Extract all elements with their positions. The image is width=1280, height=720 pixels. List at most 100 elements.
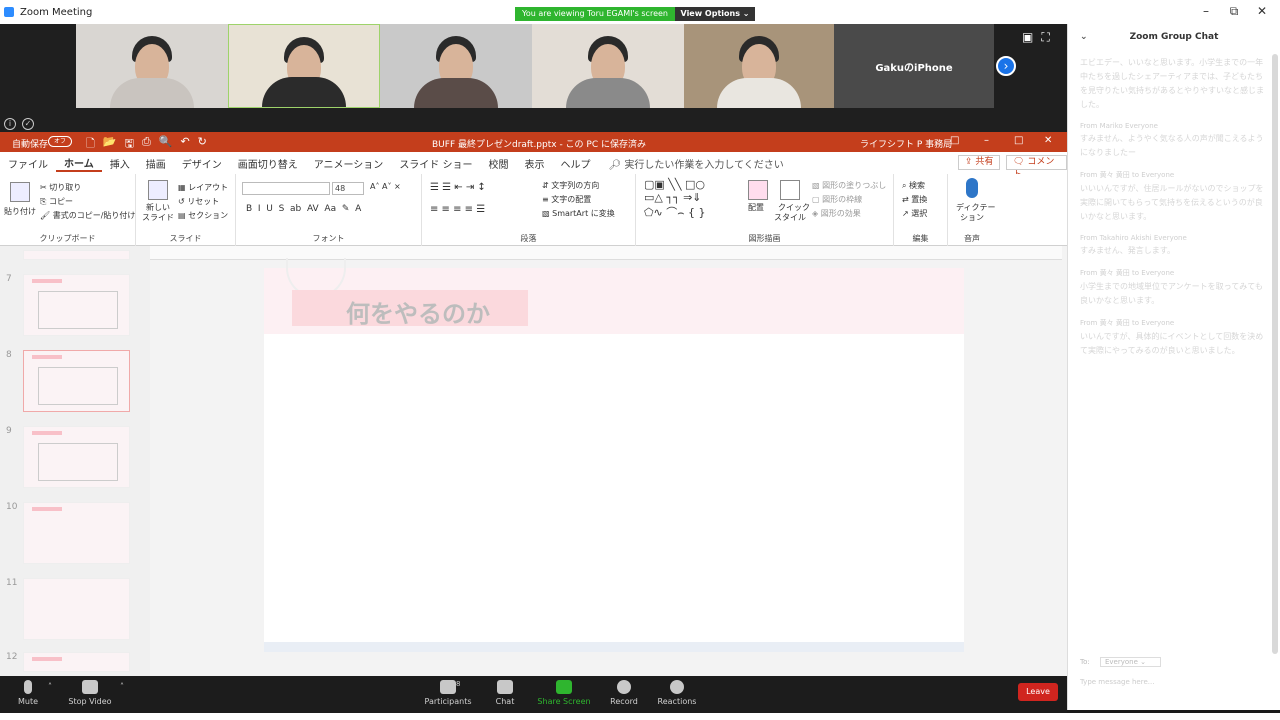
align-text-button[interactable]: ≡ 文字の配置: [542, 194, 591, 205]
security-shield-icon[interactable]: ✓: [22, 118, 34, 130]
tab-animations[interactable]: アニメーション: [306, 156, 392, 171]
video-tile[interactable]: [684, 24, 834, 108]
paragraph-group: ☰ ☰ ⇤ ⇥ ↕ ⇵ 文字列の方向 ≡ 文字の配置 ▧ SmartArt に変…: [422, 174, 636, 246]
list-indent-icons[interactable]: ☰ ☰ ⇤ ⇥ ↕: [430, 182, 486, 193]
meeting-info-icon[interactable]: i: [4, 118, 16, 130]
chevron-up-icon[interactable]: ˄: [120, 682, 124, 691]
chat-message-input[interactable]: Type message here...: [1080, 678, 1154, 686]
slide-thumbnail[interactable]: [23, 652, 130, 672]
ppt-close-icon[interactable]: ✕: [1044, 135, 1052, 146]
paste-icon[interactable]: [10, 182, 30, 202]
tab-view[interactable]: 表示: [517, 156, 553, 171]
close-icon[interactable]: ✕: [1254, 4, 1270, 18]
dictate-button-line2[interactable]: ション: [960, 212, 984, 223]
slide-thumbnail[interactable]: [23, 250, 130, 260]
ppt-restore-icon[interactable]: □: [1014, 135, 1023, 146]
stop-video-button[interactable]: Stop Video ˄: [58, 678, 124, 712]
chat-button[interactable]: Chat: [475, 678, 535, 712]
cut-button[interactable]: ✂ 切り取り: [40, 182, 81, 193]
ribbon: 貼り付け ✂ 切り取り ⎘ コピー 🖌︎ 書式のコピー/貼り付け クリップボード…: [0, 174, 1067, 246]
mute-button[interactable]: Mute ˄: [0, 678, 58, 712]
reactions-button[interactable]: Reactions: [647, 678, 707, 712]
tab-home[interactable]: ホーム: [56, 155, 102, 172]
slide-title[interactable]: 何をやるのか: [346, 294, 490, 329]
share-screen-button[interactable]: Share Screen: [534, 678, 594, 712]
slide-thumbnail[interactable]: [23, 578, 130, 640]
record-button[interactable]: Record: [594, 678, 654, 712]
slide-number: 11: [6, 578, 18, 588]
format-painter-button[interactable]: 🖌︎ 書式のコピー/貼り付け: [40, 210, 135, 221]
font-size-input[interactable]: 48: [332, 182, 364, 195]
slide-thumbnail[interactable]: [23, 274, 130, 336]
layout-button[interactable]: ▦ レイアウト: [178, 182, 228, 193]
next-page-arrow-icon[interactable]: ›: [996, 56, 1016, 76]
tell-me-search[interactable]: 🔎︎ 実行したい作業を入力してください: [609, 156, 784, 171]
chat-label: Chat: [495, 697, 515, 706]
video-tile[interactable]: [76, 24, 228, 108]
quick-styles-icon[interactable]: [780, 180, 800, 200]
chat-message: From Mariko Everyone すみません、ようやく気なる人の声が聞こ…: [1080, 122, 1266, 160]
new-slide-button-line2[interactable]: スライド: [142, 212, 174, 223]
autosave-toggle[interactable]: オフ: [48, 136, 72, 147]
minimize-icon[interactable]: –: [1198, 4, 1214, 18]
tab-transitions[interactable]: 画面切り替え: [230, 156, 306, 171]
font-name-input[interactable]: [242, 182, 330, 195]
tab-file[interactable]: ファイル: [0, 156, 56, 171]
arrange-icon[interactable]: [748, 180, 768, 200]
tab-design[interactable]: デザイン: [174, 156, 230, 171]
participants-button[interactable]: 8 Participants: [418, 678, 478, 712]
fullscreen-icon[interactable]: ⛶: [1041, 30, 1049, 45]
shape-outline-button[interactable]: ▢ 図形の枠線: [812, 194, 862, 205]
replace-button[interactable]: ⇄ 置換: [902, 194, 927, 205]
side-by-side-icon[interactable]: ▣: [1022, 30, 1033, 45]
chat-recipient-select[interactable]: Everyone ⌄: [1099, 657, 1161, 667]
maximize-icon[interactable]: ⧉: [1226, 4, 1242, 19]
chevron-up-icon[interactable]: ˄: [48, 682, 52, 691]
copy-button[interactable]: ⎘ コピー: [40, 196, 73, 207]
ppt-user-name: ライフシフト P 事務局: [860, 140, 953, 150]
video-tile-name-only[interactable]: GakuのiPhone: [834, 24, 994, 108]
paste-button[interactable]: 貼り付け: [4, 206, 36, 217]
reactions-label: Reactions: [657, 697, 697, 706]
text-direction-button[interactable]: ⇵ 文字列の方向: [542, 180, 599, 191]
video-tile[interactable]: [532, 24, 684, 108]
comments-button[interactable]: 🗨︎ コメント: [1006, 155, 1067, 180]
shape-effects-button[interactable]: ◈ 図形の効果: [812, 208, 861, 219]
ribbon-display-icon[interactable]: □: [950, 135, 959, 146]
video-tile-active-speaker[interactable]: [228, 24, 380, 108]
select-button[interactable]: ↗ 選択: [902, 208, 927, 219]
font-grow-shrink-icons[interactable]: A˄ A˅ ⨯: [370, 182, 401, 191]
dictate-mic-icon[interactable]: [966, 178, 978, 198]
share-button[interactable]: ⇪ 共有: [958, 155, 1001, 170]
slide-thumbnail[interactable]: [23, 502, 130, 564]
arrange-button[interactable]: 配置: [748, 202, 764, 213]
shape-fill-button[interactable]: ▧ 図形の塗りつぶし: [812, 180, 886, 191]
slide-thumbnail[interactable]: [23, 426, 130, 488]
tab-review[interactable]: 校閲: [481, 156, 517, 171]
font-format-icons[interactable]: B I U S ab AV Aa ✎ A: [246, 204, 361, 214]
chevron-down-icon[interactable]: ⌄: [1080, 24, 1088, 50]
new-slide-icon[interactable]: [148, 180, 168, 200]
slides-group-label: スライド: [169, 234, 202, 243]
chat-scrollbar[interactable]: [1272, 54, 1278, 654]
quick-styles-button-line2[interactable]: スタイル: [774, 212, 806, 223]
reset-button[interactable]: ↺ リセット: [178, 196, 219, 207]
find-button[interactable]: ⌕ 検索: [902, 180, 925, 191]
tab-draw[interactable]: 描画: [138, 156, 174, 171]
leave-meeting-button[interactable]: Leave: [1018, 683, 1058, 701]
slide-thumbnail-selected[interactable]: [23, 350, 130, 412]
shapes-gallery-icons[interactable]: ▢▣ ╲╲ □○ ▭△ ┐┐ ⇒⇓ ⬠∿ ⌒⌢ { }: [644, 178, 706, 220]
current-slide[interactable]: 何をやるのか: [264, 258, 964, 652]
view-options-button[interactable]: View Options ⌄: [675, 7, 755, 21]
video-tile[interactable]: [380, 24, 532, 108]
tab-help[interactable]: ヘルプ: [553, 156, 599, 171]
smartart-button[interactable]: ▧ SmartArt に変換: [542, 208, 615, 219]
copy-label: コピー: [48, 197, 73, 206]
ppt-minimize-icon[interactable]: –: [984, 135, 989, 146]
shape-fill-label: 図形の塗りつぶし: [822, 181, 887, 190]
alignment-icons[interactable]: ≡ ≡ ≡ ≡ ☰: [430, 204, 485, 215]
section-button[interactable]: ▤ セクション: [178, 210, 228, 221]
tab-slideshow[interactable]: スライド ショー: [391, 156, 480, 171]
share-screen-label: Share Screen: [537, 697, 591, 706]
tab-insert[interactable]: 挿入: [102, 156, 138, 171]
